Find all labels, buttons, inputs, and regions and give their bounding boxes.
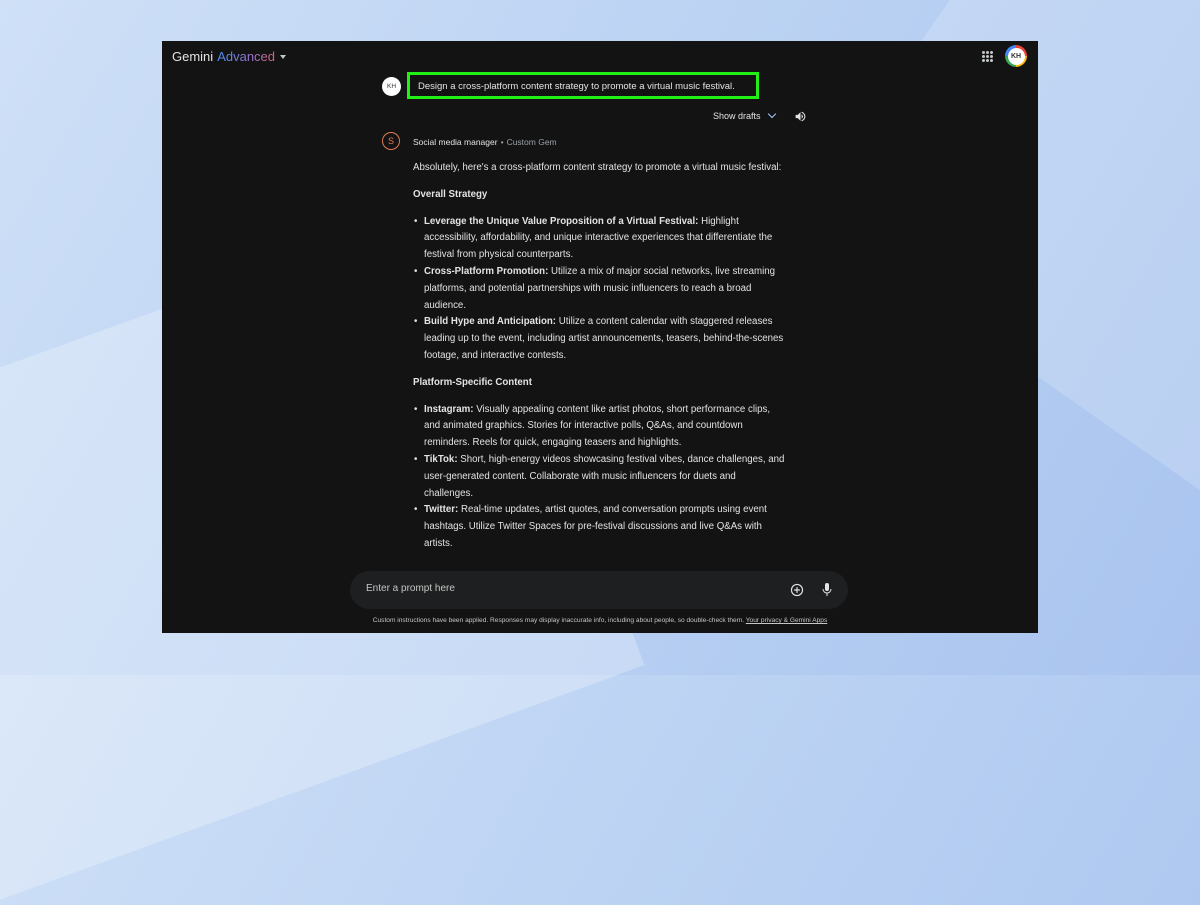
chevron-down-icon [767, 109, 776, 119]
response-body: Absolutely, here's a cross-platform cont… [413, 160, 785, 553]
top-bar: Gemini Advanced KH [162, 41, 1038, 73]
bullet-list: Leverage the Unique Value Proposition of… [413, 214, 785, 365]
list-item: TikTok: Short, high-energy videos showca… [414, 452, 785, 502]
section-heading: Overall Strategy [413, 188, 488, 200]
mic-icon[interactable] [821, 582, 833, 603]
prompt-placeholder: Enter a prompt here [366, 583, 455, 594]
gemini-window: Gemini Advanced KH KH Design a cross-pla… [162, 41, 1038, 633]
speaker-icon[interactable] [794, 110, 807, 128]
dropdown-caret-icon [280, 54, 287, 59]
gem-type: Custom Gem [506, 137, 557, 147]
privacy-link[interactable]: Your privacy & Gemini Apps [746, 617, 827, 624]
model-switcher[interactable]: Gemini Advanced [172, 49, 287, 64]
response-intro: Absolutely, here's a cross-platform cont… [413, 162, 782, 173]
prompt-highlight: Design a cross-platform content strategy… [407, 72, 759, 99]
account-avatar[interactable]: KH [1005, 45, 1027, 67]
show-drafts-button[interactable]: Show drafts [713, 109, 776, 121]
add-icon[interactable] [790, 583, 804, 602]
bullet-list: Instagram: Visually appealing content li… [413, 402, 785, 553]
disclaimer-text: Custom instructions have been applied. R… [372, 617, 745, 624]
separator: • [500, 137, 504, 147]
account-initials: KH [1007, 47, 1025, 65]
user-prompt: Design a cross-platform content strategy… [418, 81, 735, 92]
disclaimer: Custom instructions have been applied. R… [162, 617, 1038, 624]
section-heading: Platform-Specific Content [413, 376, 532, 388]
prompt-input[interactable]: Enter a prompt here [350, 571, 848, 609]
user-avatar: KH [382, 77, 401, 96]
show-drafts-label: Show drafts [713, 111, 761, 121]
list-item: Twitter: Real-time updates, artist quote… [414, 502, 785, 552]
gem-avatar: S [382, 132, 400, 150]
gem-label: Social media manager • Custom Gem [413, 137, 557, 147]
gem-name: Social media manager [413, 137, 498, 147]
list-item: Leverage the Unique Value Proposition of… [414, 214, 785, 264]
app-tier: Advanced [217, 49, 276, 64]
list-item: Cross-Platform Promotion: Utilize a mix … [414, 264, 785, 314]
list-item: Build Hype and Anticipation: Utilize a c… [414, 314, 785, 364]
apps-icon[interactable] [982, 51, 993, 62]
list-item: Instagram: Visually appealing content li… [414, 402, 785, 452]
app-name: Gemini [172, 49, 214, 64]
